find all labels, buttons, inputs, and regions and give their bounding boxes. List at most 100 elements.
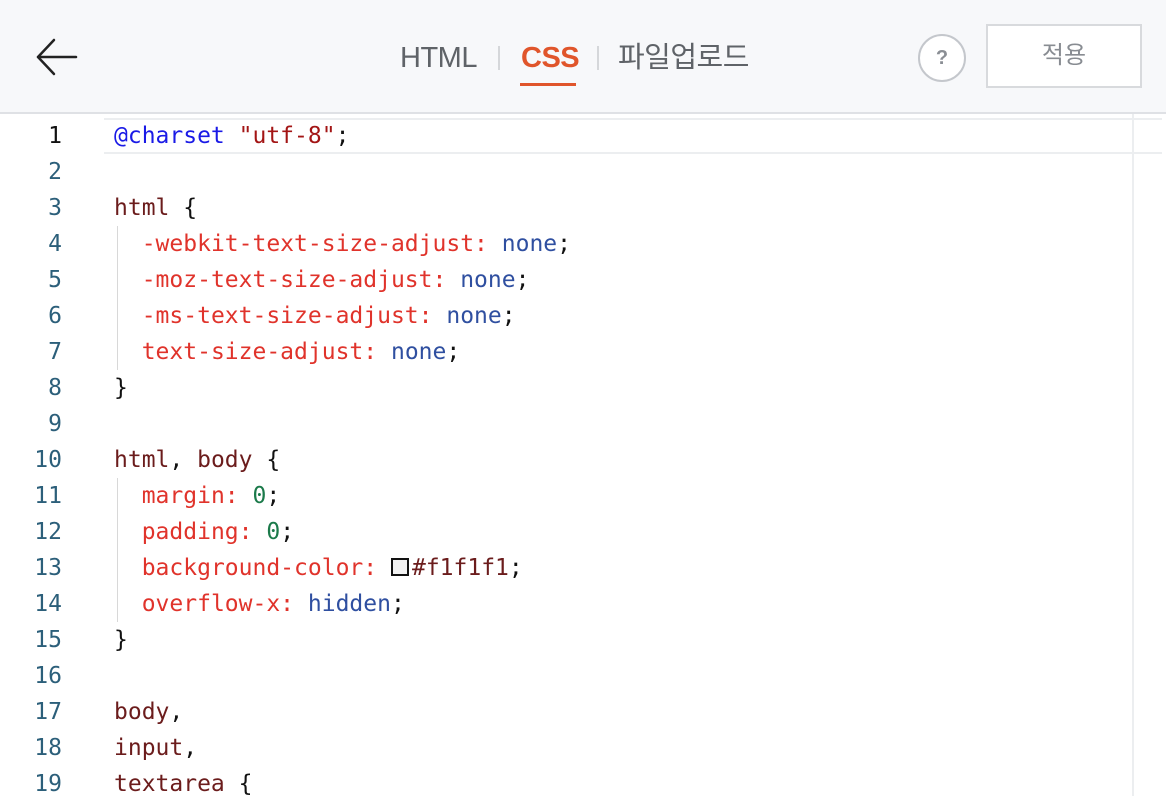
code-text: body, [114,694,183,730]
editor-right-border [1132,114,1134,796]
line-number: 1 [48,123,62,149]
code-line[interactable]: 10 html, body { [0,442,1130,478]
code-line[interactable]: 9 [0,406,1130,442]
code-token: textarea [114,771,225,796]
code-text: input, [114,730,197,766]
code-text: overflow-x: hidden; [114,586,405,622]
code-line[interactable]: 17 body, [0,694,1130,730]
code-token: ; [508,555,523,581]
code-text: -webkit-text-size-adjust: none; [114,226,571,262]
code-token: ; [390,591,405,617]
line-number: 11 [34,483,62,509]
line-number: 8 [48,375,62,401]
line-number: 14 [34,591,62,617]
code-line[interactable]: 2 [0,154,1130,190]
line-number: 6 [48,303,62,329]
code-token: none [501,231,558,257]
tab-file-upload[interactable]: 파일업로드 [618,40,749,76]
line-number: 13 [34,555,62,581]
code-token: 0 [266,519,281,545]
code-text: @charset "utf-8"; [114,118,349,154]
code-token: margin: [141,483,239,509]
code-token: none [390,339,447,365]
code-line[interactable]: 15} [0,622,1130,658]
code-text: } [114,622,128,658]
code-line[interactable]: 8} [0,370,1130,406]
code-line[interactable]: 5 -moz-text-size-adjust: none; [0,262,1130,298]
code-token: ; [446,339,461,365]
code-line[interactable]: 7 text-size-adjust: none; [0,334,1130,370]
arrow-left-icon [36,38,78,76]
code-line[interactable]: 11 margin: 0; [0,478,1130,514]
code-line[interactable]: 14 overflow-x: hidden; [0,586,1130,622]
tab-html[interactable]: HTML [400,40,477,76]
code-token: 0 [252,483,267,509]
code-token: ; [515,267,530,293]
line-number: 12 [34,519,62,545]
code-line[interactable]: 18 input, [0,730,1130,766]
code-text: html { [114,190,197,226]
code-token: } [114,627,128,653]
back-button[interactable] [30,32,80,82]
code-token: overflow-x: [141,591,295,617]
code-line[interactable]: 12 padding: 0; [0,514,1130,550]
color-swatch[interactable] [390,558,409,576]
code-token: html [114,447,170,473]
code-token: -webkit-text-size-adjust: [141,231,488,257]
code-line[interactable]: 16 [0,658,1130,694]
line-number: 16 [34,663,62,689]
code-text: margin: 0; [114,478,281,514]
help-button[interactable]: ? [918,34,966,82]
line-number: 17 [34,699,62,725]
code-line[interactable]: 1 @charset "utf-8"; [0,118,1130,154]
code-token: background-color: [141,555,378,581]
line-number: 10 [34,447,62,473]
tab-divider [498,46,500,70]
code-token: padding: [141,519,253,545]
code-text: textarea { [114,766,252,796]
code-token: -ms-text-size-adjust: [141,303,433,329]
line-number: 9 [48,411,62,437]
css-code-editor[interactable]: 1 @charset "utf-8"; 2 3 html {4 -webkit-text… [0,114,1166,796]
code-text: } [114,370,128,406]
apply-button[interactable]: 적용 [986,24,1142,88]
code-token: "utf-8" [238,123,336,149]
code-token: body [197,447,253,473]
code-token: , [169,699,184,725]
line-number: 18 [34,735,62,761]
code-line[interactable]: 4 -webkit-text-size-adjust: none; [0,226,1130,262]
code-token: none [460,267,516,293]
code-token: none [446,303,502,329]
line-number: 15 [34,627,62,653]
code-token: ; [266,483,281,509]
code-text: padding: 0; [114,514,294,550]
code-token: hidden [307,591,391,617]
code-token: input [114,735,184,761]
code-line[interactable]: 19 textarea { [0,766,1130,796]
line-number: 7 [48,339,62,365]
code-line[interactable]: 13 background-color: #f1f1f1; [0,550,1130,586]
editor-header: HTML CSS 파일업로드 ? 적용 [0,0,1166,114]
active-tab-indicator [520,83,576,86]
code-token: { [169,195,198,221]
line-number: 4 [48,231,62,257]
code-line[interactable]: 6 -ms-text-size-adjust: none; [0,298,1130,334]
code-line[interactable]: 3 html { [0,190,1130,226]
code-text: background-color: #f1f1f1; [114,550,523,586]
code-text: text-size-adjust: none; [114,334,461,370]
code-token: @charset [114,123,225,149]
code-token: { [224,771,253,796]
code-token: { [252,447,281,473]
line-number: 2 [48,159,62,185]
line-number: 19 [34,771,62,796]
code-token: } [114,375,128,401]
tab-css[interactable]: CSS [521,40,580,76]
